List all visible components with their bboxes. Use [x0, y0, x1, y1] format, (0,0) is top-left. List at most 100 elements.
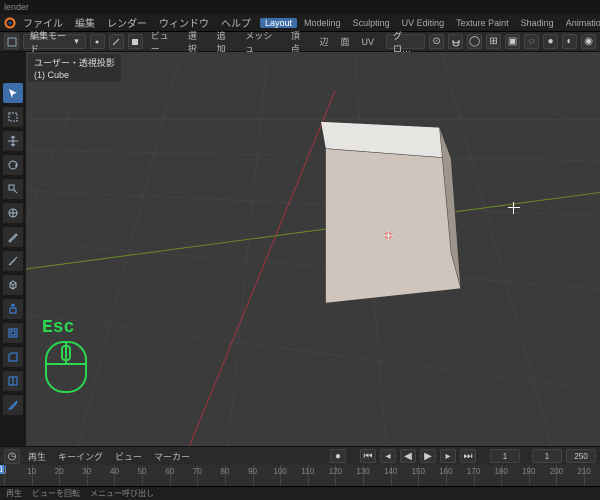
status-hint-1: 再生	[6, 488, 22, 499]
menu-render[interactable]: レンダー	[102, 15, 152, 30]
header-menu-view[interactable]: ビュー	[147, 29, 180, 55]
add-cube-tool-icon[interactable]	[2, 274, 24, 296]
timeline-menu-view[interactable]: ビュー	[111, 450, 146, 463]
timeline-tick-label: 130	[356, 467, 369, 476]
workspace-tab-texturepaint[interactable]: Texture Paint	[451, 18, 514, 28]
knife-tool-icon[interactable]	[2, 394, 24, 416]
end-frame-field[interactable]: 250	[566, 449, 596, 463]
header-menu-uv[interactable]: UV	[357, 37, 378, 47]
app-title: lender	[4, 2, 29, 12]
annotate-tool-icon[interactable]	[2, 226, 24, 248]
bevel-tool-icon[interactable]	[2, 346, 24, 368]
workspace-tab-uvediting[interactable]: UV Editing	[397, 18, 450, 28]
current-frame-field[interactable]: 1	[490, 449, 520, 463]
editor-type-icon[interactable]	[4, 34, 19, 49]
timeline-tick-label: 80	[220, 467, 229, 476]
status-bar: 再生 ビューを回転 メニュー呼び出し	[0, 486, 600, 500]
timeline-tick-label: 40	[110, 467, 119, 476]
workspace-tab-modeling[interactable]: Modeling	[299, 18, 346, 28]
timeline-tick-label: 210	[577, 467, 590, 476]
header-menu-mesh[interactable]: メッシュ	[241, 29, 282, 55]
workspace-tab-animation[interactable]: Animation	[561, 18, 600, 28]
status-hint-3: メニュー呼び出し	[90, 488, 154, 499]
start-frame-field[interactable]: 1	[532, 449, 562, 463]
timeline-tick-label: 70	[193, 467, 202, 476]
timeline-ruler[interactable]: 0102030405060708090100110120130140150160…	[0, 465, 600, 486]
timeline-tick-label: 180	[494, 467, 507, 476]
xray-icon[interactable]: ▣	[505, 34, 520, 49]
orientation-dropdown[interactable]: グロ…	[386, 34, 425, 49]
shading-wireframe-icon[interactable]: ◌	[524, 34, 539, 49]
timeline-menu-keying[interactable]: キーイング	[54, 450, 107, 463]
timeline-header: ◷ 再生 キーイング ビュー マーカー ● ⏮ ◂ ◀ ▶ ▸ ⏭ 1 1 25…	[0, 447, 600, 465]
menu-edit[interactable]: 編集	[70, 15, 100, 30]
timeline-tick-label: 110	[301, 467, 314, 476]
tool-header: 編集モード ▾ ビュー 選択 追加 メッシュ 頂点 辺 面 UV グロ… ⊙ ◯…	[0, 32, 600, 52]
pivot-icon[interactable]: ⊙	[429, 34, 444, 49]
overlays-icon[interactable]: ⊞	[486, 34, 501, 49]
status-hint-2: ビューを回転	[32, 488, 80, 499]
shading-solid-icon[interactable]: ●	[543, 34, 558, 49]
axis-x	[181, 91, 336, 446]
timeline-tick-label: 160	[439, 467, 452, 476]
header-menu-add[interactable]: 追加	[213, 29, 238, 55]
move-tool-icon[interactable]	[2, 130, 24, 152]
viewport-scene	[26, 52, 600, 446]
timeline-tick-label: 10	[27, 467, 36, 476]
keyframe-prev-icon[interactable]: ◂	[380, 449, 396, 463]
timeline-menu-playback[interactable]: 再生	[24, 450, 50, 463]
keyframe-next-icon[interactable]: ▸	[440, 449, 456, 463]
loopcut-tool-icon[interactable]	[2, 370, 24, 392]
viewport-info-overlay: ユーザー・透視投影 (1) Cube	[28, 54, 121, 82]
autokey-icon[interactable]: ●	[330, 449, 346, 463]
timeline-tick-label: 90	[248, 467, 257, 476]
inset-tool-icon[interactable]	[2, 322, 24, 344]
viewport-projection-label: ユーザー・透視投影	[34, 56, 115, 69]
mode-dropdown[interactable]: 編集モード ▾	[23, 34, 86, 49]
scale-tool-icon[interactable]	[2, 178, 24, 200]
select-mode-vertex-icon[interactable]	[90, 34, 105, 49]
rotate-tool-icon[interactable]	[2, 154, 24, 176]
workspace-tab-shading[interactable]: Shading	[516, 18, 559, 28]
play-icon[interactable]: ▶	[420, 449, 436, 463]
chevron-down-icon: ▾	[74, 36, 79, 47]
timeline-tick-label: 150	[412, 467, 425, 476]
timeline-tick-label: 20	[55, 467, 64, 476]
timeline-menu-marker[interactable]: マーカー	[150, 450, 194, 463]
timeline-tick-label: 190	[522, 467, 535, 476]
select-mode-edge-icon[interactable]	[109, 34, 124, 49]
mesh-cube[interactable]	[316, 122, 461, 304]
timeline-editor: ◷ 再生 キーイング ビュー マーカー ● ⏮ ◂ ◀ ▶ ▸ ⏭ 1 1 25…	[0, 446, 600, 486]
shading-rendered-icon[interactable]: ◉	[581, 34, 596, 49]
select-box-tool-icon[interactable]	[2, 106, 24, 128]
proportional-edit-icon[interactable]: ◯	[467, 34, 482, 49]
header-menu-vertex[interactable]: 頂点	[287, 29, 312, 55]
measure-tool-icon[interactable]	[2, 250, 24, 272]
workspace-tab-sculpting[interactable]: Sculpting	[348, 18, 395, 28]
timeline-tick-label: 200	[550, 467, 563, 476]
extrude-tool-icon[interactable]	[2, 298, 24, 320]
shading-matprev-icon[interactable]: ◐	[562, 34, 577, 49]
header-menu-face[interactable]: 面	[336, 35, 353, 48]
timeline-editor-type-icon[interactable]: ◷	[4, 449, 20, 464]
workspace-tab-layout[interactable]: Layout	[260, 18, 297, 28]
select-mode-face-icon[interactable]	[128, 34, 143, 49]
play-reverse-icon[interactable]: ◀	[400, 449, 416, 463]
jump-end-icon[interactable]: ⏭	[460, 449, 476, 463]
timeline-tick-label: 170	[467, 467, 480, 476]
snap-icon[interactable]	[448, 34, 463, 49]
blender-logo-icon	[4, 16, 16, 30]
main-area: ユーザー・透視投影 (1) Cube	[0, 52, 600, 446]
timeline-tick-label: 140	[384, 467, 397, 476]
header-menu-edge[interactable]: 辺	[315, 35, 332, 48]
timeline-tick-label: 120	[329, 467, 342, 476]
cursor-tool-icon[interactable]	[2, 82, 24, 104]
left-toolbar	[0, 52, 26, 446]
timeline-tick-label: 0	[2, 467, 6, 476]
header-menu-select[interactable]: 選択	[184, 29, 209, 55]
jump-start-icon[interactable]: ⏮	[360, 449, 376, 463]
transform-tool-icon[interactable]	[2, 202, 24, 224]
axis-y	[26, 178, 600, 275]
viewport-3d[interactable]: Esc	[26, 52, 600, 446]
orientation-label: グロ…	[393, 29, 418, 55]
